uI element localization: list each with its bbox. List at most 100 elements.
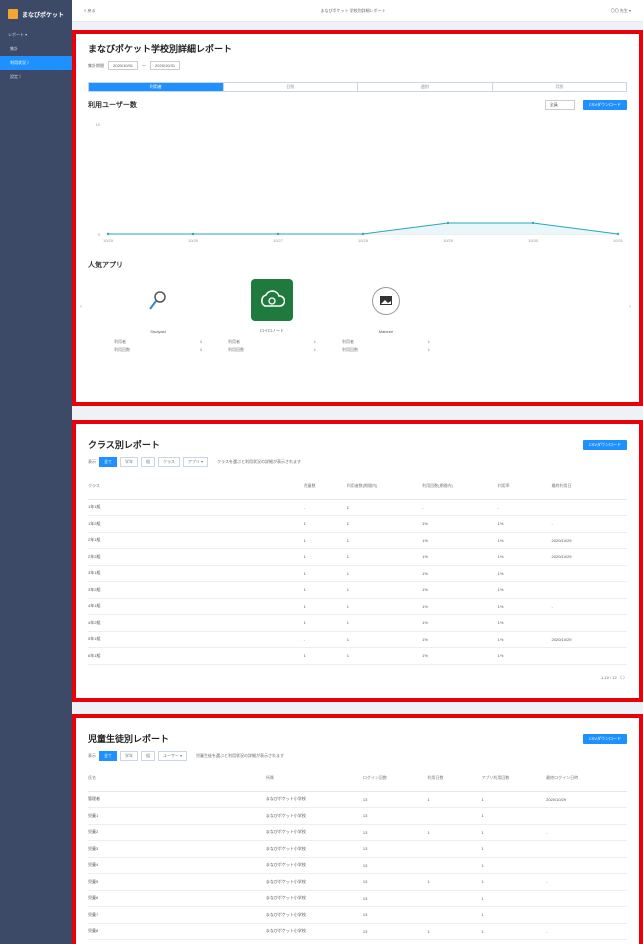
table-cell xyxy=(427,857,482,874)
class-chip-group[interactable]: 組 xyxy=(141,457,155,467)
column-header[interactable]: 利用日数 xyxy=(427,765,482,792)
app-card[interactable]: Mabeee 利用者 1 利用回数 1 xyxy=(336,277,436,354)
table-row[interactable]: 児童8 まなびポケット小学校 13 1 1- xyxy=(88,923,627,940)
table-cell xyxy=(551,499,627,516)
table-row[interactable]: 児童3 まなびポケット小学校 13 1 xyxy=(88,840,627,858)
sidebar-item-report[interactable]: レポート ▾ xyxy=(0,28,72,42)
column-header[interactable]: 最終利用日 xyxy=(551,473,627,500)
column-header[interactable]: 利用率 xyxy=(497,473,552,500)
column-header[interactable]: 利用回数(期間内) xyxy=(422,473,498,500)
app-card[interactable]: Studyaid 利用者 3 利用回数 3 xyxy=(108,277,208,354)
student-chip-all[interactable]: 全て xyxy=(99,751,117,761)
table-cell: 1 xyxy=(346,548,423,566)
table-cell: 1 xyxy=(481,857,547,874)
table-row[interactable]: 1年1組 -1- - xyxy=(88,499,627,516)
app-logo[interactable]: まなびポケット xyxy=(0,0,72,28)
table-row[interactable]: 4年1組 1 1 1% 1% - xyxy=(88,598,627,615)
user-menu[interactable]: 〇〇 先生 ▾ xyxy=(611,8,631,14)
student-chip-grade[interactable]: 学年 xyxy=(120,751,138,761)
tab-users[interactable]: 利用者 xyxy=(89,83,224,91)
table-cell: 2年1組 xyxy=(88,532,304,549)
back-link[interactable]: ≡ 戻る xyxy=(84,8,95,14)
table-row[interactable]: 2年2組 1 1 1% 1% 2020/10/29 xyxy=(88,548,627,566)
class-chip-grade[interactable]: 学年 xyxy=(120,457,138,467)
table-row[interactable]: 2年1組 1 1 1% 1% 2020/10/29 xyxy=(88,532,627,549)
table-cell: 13 xyxy=(362,824,428,841)
table-cell: 1 xyxy=(427,791,482,808)
table-cell: 13 xyxy=(362,873,428,891)
table-row[interactable]: 6年1組 1 1 1% 1% xyxy=(88,647,627,665)
table-cell xyxy=(546,840,627,858)
table-cell: 1 xyxy=(303,581,347,599)
prev-arrow-icon[interactable]: ‹ xyxy=(80,304,82,310)
class-chip-class[interactable]: クラス xyxy=(158,457,180,467)
table-cell: 1% xyxy=(422,614,498,632)
table-cell: 1% xyxy=(422,581,498,599)
table-row[interactable]: 児童6 まなびポケット小学校 13 1 xyxy=(88,890,627,907)
y-tick-label: 0 xyxy=(98,232,101,237)
data-point xyxy=(191,232,195,236)
table-row[interactable]: 5年1組 -1 1% 1% 2020/10/29 xyxy=(88,631,627,648)
tab-daily[interactable]: 日別 xyxy=(224,83,358,91)
table-cell: 1% xyxy=(497,647,552,665)
app-stat-label: 利用回数 xyxy=(342,346,358,352)
table-cell: 1 xyxy=(427,824,482,841)
class-chip-all[interactable]: 全て xyxy=(99,457,117,467)
date-from-field[interactable]: 2020/10/01 xyxy=(108,61,139,70)
table-cell: 1 xyxy=(481,890,547,907)
x-tick-label: 10/27 xyxy=(273,238,284,243)
class-chip-app[interactable]: アプリ ▾ xyxy=(182,457,209,467)
table-cell: 1 xyxy=(346,598,423,615)
table-row[interactable]: 児童2 まなびポケット小学校 13 1 1- xyxy=(88,824,627,841)
table-cell: まなびポケット小学校 xyxy=(265,873,363,891)
chart-filter-select[interactable]: 全員 xyxy=(544,100,575,110)
column-header[interactable]: 児童数 xyxy=(303,473,347,500)
chart-export-button[interactable]: CSVダウンロード xyxy=(582,100,627,110)
column-header[interactable]: アプリ利用回数 xyxy=(481,765,547,792)
tab-monthly[interactable]: 月別 xyxy=(493,83,627,91)
table-cell: 1% xyxy=(422,631,498,648)
table-cell: 1 xyxy=(346,614,423,632)
class-pager[interactable]: 1-10 / 12 〈 〉 xyxy=(88,675,627,681)
student-chip-group[interactable]: 組 xyxy=(141,751,155,761)
table-row[interactable]: 3年1組 1 1 1% 1% xyxy=(88,565,627,582)
column-header[interactable]: ログイン回数 xyxy=(362,765,428,792)
sidebar-item-usage[interactable]: 利用状況 〉 xyxy=(0,56,72,70)
table-cell: 13 xyxy=(362,923,428,940)
class-export-button[interactable]: CSVダウンロード xyxy=(582,439,627,450)
app-card[interactable]: ロイロノート 利用者 1 利用回数 1 xyxy=(222,276,322,354)
date-to-field[interactable]: 2020/10/31 xyxy=(150,61,181,70)
student-export-button[interactable]: CSVダウンロード xyxy=(582,733,627,744)
student-report-title: 児童生徒別レポート xyxy=(88,734,170,744)
table-cell: 1 xyxy=(346,532,423,549)
table-row[interactable]: 4年2組 1 1 1% 1% xyxy=(88,614,627,632)
table-cell: 1年1組 xyxy=(88,499,304,516)
student-chip-user[interactable]: ユーザー ▾ xyxy=(158,751,188,761)
table-row[interactable]: 管理者 まなびポケット小学校 13 1 1 2020/10/29 xyxy=(88,791,627,808)
column-header[interactable]: 利用者数(期間内) xyxy=(346,473,423,500)
sidebar-item-settings[interactable]: 設定 〉 xyxy=(0,70,72,84)
column-header[interactable]: クラス xyxy=(88,473,304,500)
tab-weekly[interactable]: 週別 xyxy=(358,83,493,91)
table-cell: 児童5 xyxy=(88,873,266,891)
magnifier-icon xyxy=(149,290,166,310)
next-arrow-icon[interactable]: › xyxy=(629,304,631,310)
app-name: Mabeee xyxy=(378,328,394,334)
table-cell xyxy=(546,807,627,825)
table-cell: 13 xyxy=(362,890,428,907)
table-row[interactable]: 1年2組 1 1 1% 1% - xyxy=(88,515,627,533)
table-cell: 1 xyxy=(303,565,347,582)
table-cell: - xyxy=(497,499,552,516)
column-header[interactable]: 所属 xyxy=(265,765,363,792)
table-cell: 1% xyxy=(422,565,498,582)
table-row[interactable]: 児童7 まなびポケット小学校 13 1 xyxy=(88,906,627,924)
sidebar-item-summary[interactable]: 集計 xyxy=(0,42,72,56)
column-header[interactable]: 氏名 xyxy=(88,765,266,792)
table-cell xyxy=(551,581,627,599)
table-row[interactable]: 児童4 まなびポケット小学校 13 1 xyxy=(88,857,627,874)
table-row[interactable]: 3年2組 1 1 1% 1% xyxy=(88,581,627,599)
column-header[interactable]: 最終ログイン日時 xyxy=(546,765,627,792)
table-row[interactable]: 児童5 まなびポケット小学校 13 1 1- xyxy=(88,873,627,891)
table-cell: 1 xyxy=(346,631,423,648)
table-row[interactable]: 児童1 まなびポケット小学校 13 1 xyxy=(88,807,627,825)
